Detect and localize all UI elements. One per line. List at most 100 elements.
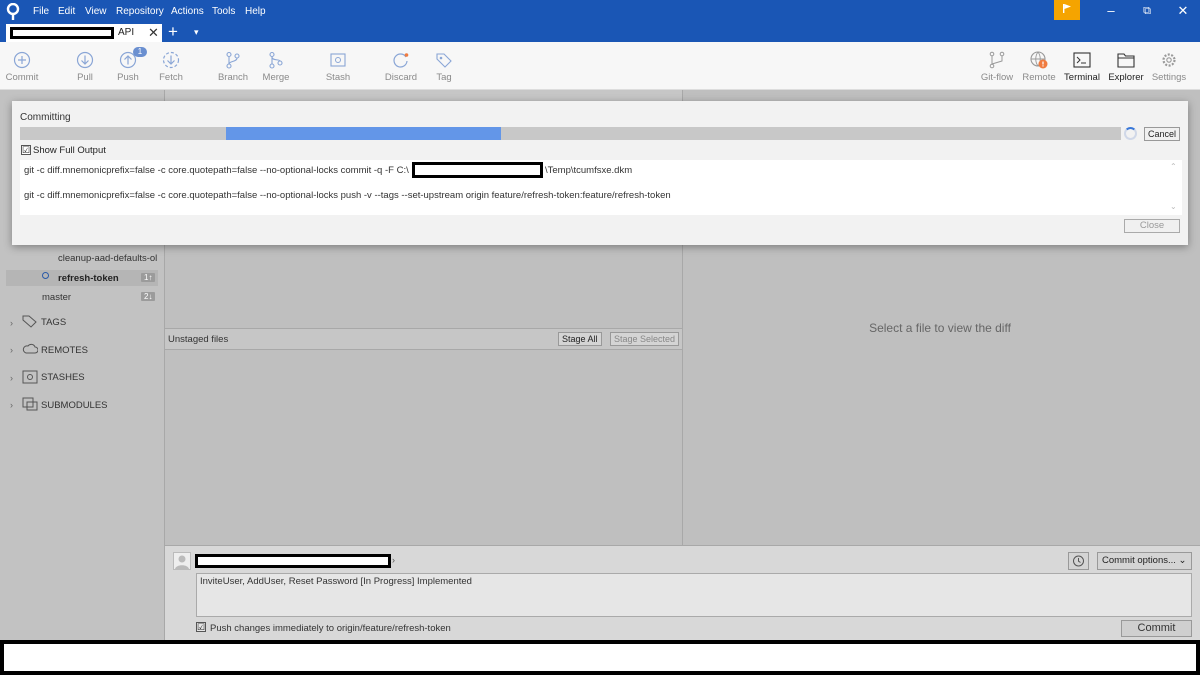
unstaged-files-label: Unstaged files bbox=[168, 334, 229, 345]
show-full-output-checkbox[interactable]: ☑ bbox=[21, 145, 31, 155]
redacted-author bbox=[195, 554, 391, 568]
flag-button[interactable] bbox=[1054, 0, 1080, 20]
sidebar-section-submodules[interactable]: SUBMODULES bbox=[41, 400, 108, 411]
branch-count-badge: 2↓ bbox=[141, 292, 156, 301]
merge-button[interactable]: Merge bbox=[254, 42, 298, 83]
remote-label: Remote bbox=[1022, 72, 1056, 83]
author-caret-icon: › bbox=[392, 555, 395, 565]
commit-icon bbox=[13, 51, 31, 69]
show-full-output-label: Show Full Output bbox=[33, 145, 106, 156]
commit-options-dropdown[interactable]: Commit options... ⌄ bbox=[1097, 552, 1192, 570]
sidebar-branch[interactable]: cleanup-aad-defaults-ol bbox=[58, 253, 157, 264]
explorer-button[interactable]: Explorer bbox=[1104, 42, 1148, 83]
settings-label: Settings bbox=[1151, 72, 1187, 83]
branch-count-badge: 1↑ bbox=[141, 273, 156, 282]
terminal-icon bbox=[1073, 52, 1091, 68]
progress-fill bbox=[225, 127, 502, 140]
stash-label: Stash bbox=[325, 72, 351, 83]
branch-label: Branch bbox=[217, 72, 249, 83]
menu-repository[interactable]: Repository bbox=[116, 6, 164, 17]
fetch-label: Fetch bbox=[159, 72, 183, 83]
chevron-right-icon[interactable]: › bbox=[10, 400, 13, 410]
branch-button[interactable]: Branch bbox=[211, 42, 255, 83]
sourcetree-logo-icon bbox=[6, 2, 20, 21]
diff-placeholder: Select a file to view the diff bbox=[869, 321, 1011, 335]
minimize-button[interactable]: – bbox=[1096, 3, 1126, 18]
discard-icon bbox=[393, 53, 409, 68]
commit-submit-button[interactable]: Commit bbox=[1121, 620, 1192, 637]
push-label: Push bbox=[117, 72, 139, 83]
remote-button[interactable]: Remote bbox=[1017, 42, 1061, 83]
menu-edit[interactable]: Edit bbox=[58, 6, 75, 17]
explorer-folder-icon bbox=[1117, 53, 1135, 68]
redacted-path bbox=[412, 162, 543, 178]
unstaged-header bbox=[165, 328, 682, 350]
push-immediately-checkbox[interactable]: ☑ bbox=[196, 622, 206, 632]
commit-message-text: InviteUser, AddUser, Reset Password [In … bbox=[200, 576, 472, 587]
commit-label: Commit bbox=[5, 72, 39, 83]
settings-button[interactable]: Settings bbox=[1147, 42, 1191, 83]
stage-selected-button[interactable]: Stage Selected bbox=[610, 332, 680, 346]
chevron-right-icon[interactable]: › bbox=[10, 318, 13, 328]
menu-help[interactable]: Help bbox=[245, 6, 266, 17]
add-tab-button[interactable]: + bbox=[168, 22, 178, 42]
menu-actions[interactable]: Actions bbox=[171, 6, 204, 17]
sidebar-section-stashes[interactable]: STASHES bbox=[41, 372, 85, 383]
repo-tab[interactable]: API ✕ bbox=[6, 24, 162, 42]
chevron-right-icon[interactable]: › bbox=[10, 373, 13, 383]
cancel-button[interactable]: Cancel bbox=[1144, 127, 1180, 141]
remotes-cloud-icon bbox=[22, 343, 39, 358]
output-line-1-prefix: git -c diff.mnemonicprefix=false -c core… bbox=[24, 165, 409, 176]
chevron-right-icon[interactable]: › bbox=[10, 345, 13, 355]
tags-icon bbox=[22, 314, 38, 331]
branch-icon bbox=[226, 51, 240, 69]
sidebar-section-remotes[interactable]: REMOTES bbox=[41, 345, 88, 356]
stage-all-button[interactable]: Stage All bbox=[558, 332, 602, 346]
menu-file[interactable]: File bbox=[33, 6, 49, 17]
stashes-icon bbox=[22, 370, 38, 387]
terminal-button[interactable]: Terminal bbox=[1060, 42, 1104, 83]
redacted-taskbar bbox=[0, 640, 1200, 675]
tab-close-icon[interactable]: ✕ bbox=[148, 25, 159, 41]
explorer-label: Explorer bbox=[1108, 72, 1144, 83]
fetch-icon bbox=[162, 51, 180, 69]
merge-label: Merge bbox=[262, 72, 290, 83]
terminal-label: Terminal bbox=[1064, 72, 1100, 83]
tag-button[interactable]: Tag bbox=[422, 42, 466, 83]
gitflow-button[interactable]: Git-flow bbox=[975, 42, 1019, 83]
pull-label: Pull bbox=[77, 72, 93, 83]
close-window-button[interactable]: ✕ bbox=[1168, 3, 1198, 19]
restore-button[interactable]: ⧉ bbox=[1132, 5, 1162, 18]
menu-view[interactable]: View bbox=[85, 6, 107, 17]
gitflow-icon bbox=[989, 51, 1005, 69]
progress-bar bbox=[20, 127, 1121, 140]
tag-label: Tag bbox=[436, 72, 452, 83]
menu-tools[interactable]: Tools bbox=[212, 6, 235, 17]
sidebar-branch-current[interactable]: refresh-token bbox=[58, 273, 119, 284]
clock-icon bbox=[1073, 555, 1084, 567]
avatar bbox=[173, 552, 191, 570]
spinner-icon bbox=[1124, 127, 1137, 140]
commit-button[interactable]: Commit bbox=[0, 42, 44, 83]
scroll-down-icon[interactable]: ⌄ bbox=[1170, 202, 1177, 211]
output-line-1-suffix: \Temp\tcumfsxe.dkm bbox=[545, 165, 633, 176]
push-immediately-label: Push changes immediately to origin/featu… bbox=[210, 623, 451, 634]
flag-icon bbox=[1063, 4, 1071, 13]
submodules-icon bbox=[22, 397, 38, 414]
pull-icon bbox=[76, 51, 94, 69]
tag-icon bbox=[436, 53, 452, 68]
pull-button[interactable]: Pull bbox=[63, 42, 107, 83]
stash-button[interactable]: Stash bbox=[316, 42, 360, 83]
tab-label: API bbox=[118, 27, 135, 38]
merge-icon bbox=[269, 51, 283, 69]
tab-dropdown-icon[interactable]: ▾ bbox=[194, 27, 199, 38]
discard-button[interactable]: Discard bbox=[379, 42, 423, 83]
gear-icon bbox=[1162, 53, 1176, 67]
sidebar-section-tags[interactable]: TAGS bbox=[41, 317, 66, 328]
gitflow-label: Git-flow bbox=[980, 72, 1014, 83]
fetch-button[interactable]: Fetch bbox=[149, 42, 193, 83]
close-dialog-button[interactable]: Close bbox=[1124, 219, 1180, 233]
sidebar-branch[interactable]: master bbox=[42, 292, 71, 303]
scroll-up-icon[interactable]: ⌃ bbox=[1170, 162, 1177, 171]
history-button[interactable] bbox=[1068, 552, 1089, 570]
